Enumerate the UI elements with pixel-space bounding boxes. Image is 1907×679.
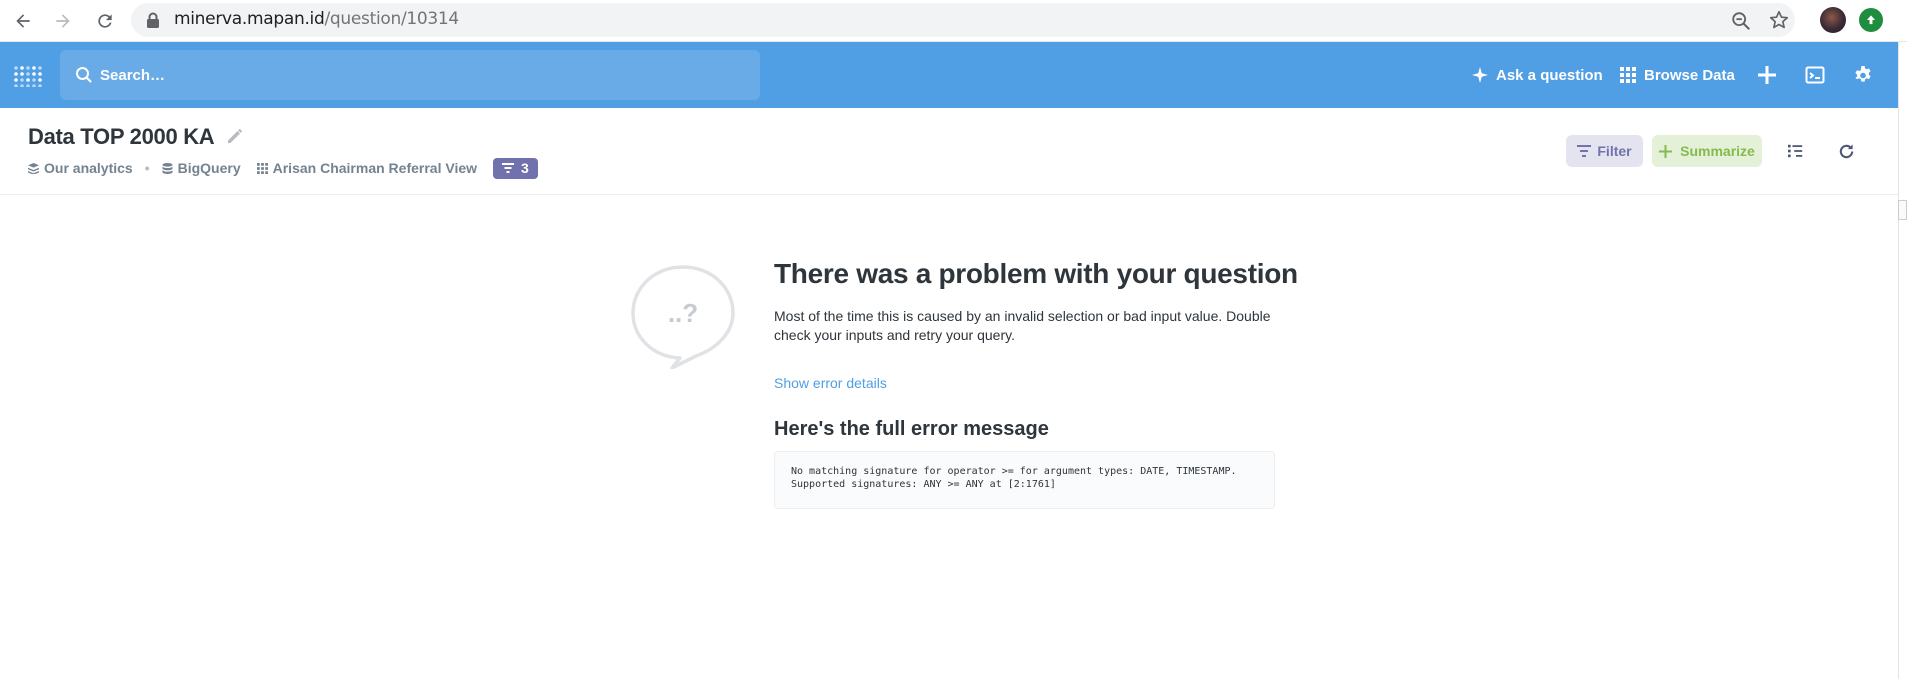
filter-count-badge[interactable]: 3 xyxy=(493,157,538,179)
list-icon xyxy=(1788,144,1803,158)
collection-icon xyxy=(28,162,39,174)
question-bubble-illustration: ..? xyxy=(631,265,735,369)
error-message-box: No matching signature for operator >= fo… xyxy=(774,451,1275,509)
collection-label: Our analytics xyxy=(44,160,133,176)
database-label: BigQuery xyxy=(177,160,241,176)
breadcrumb-database[interactable]: BigQuery xyxy=(162,160,241,176)
refresh-icon xyxy=(1839,143,1853,158)
url-text[interactable]: minerva.mapan.id/question/10314 xyxy=(174,9,459,29)
new-item-button[interactable] xyxy=(1753,61,1781,89)
error-message-heading: Here's the full error message xyxy=(774,418,1049,440)
search-input[interactable] xyxy=(100,64,740,86)
ask-question-label: Ask a question xyxy=(1496,66,1603,84)
notebook-toggle-button[interactable] xyxy=(1785,140,1807,162)
database-icon xyxy=(162,162,173,174)
bookmark-star-icon[interactable] xyxy=(1768,9,1790,31)
browse-data-label: Browse Data xyxy=(1644,66,1735,84)
table-label: Arisan Chairman Referral View xyxy=(272,160,478,176)
profile-avatar[interactable] xyxy=(1820,7,1846,33)
filter-button-label: Filter xyxy=(1597,143,1632,159)
gear-icon xyxy=(1855,66,1871,82)
search-bar[interactable] xyxy=(60,50,760,100)
scrollbar-thumb[interactable] xyxy=(1898,200,1907,220)
show-error-details-link[interactable]: Show error details xyxy=(774,375,887,391)
metabase-logo-icon[interactable] xyxy=(13,65,43,87)
page-title[interactable]: Data TOP 2000 KA xyxy=(28,124,215,150)
plus-icon xyxy=(1758,66,1776,84)
error-description: Most of the time this is caused by an in… xyxy=(774,308,1271,343)
url-path: /question/10314 xyxy=(324,9,459,29)
browse-data-button[interactable]: Browse Data xyxy=(1620,62,1735,88)
breadcrumb: Our analytics • BigQuery Arisan Chairman… xyxy=(28,157,538,179)
forward-icon[interactable] xyxy=(48,6,78,36)
ask-question-button[interactable]: Ask a question xyxy=(1472,62,1603,88)
back-icon[interactable] xyxy=(8,6,38,36)
page-scrollbar[interactable] xyxy=(1898,42,1907,679)
reload-icon[interactable] xyxy=(90,6,120,36)
sql-editor-button[interactable] xyxy=(1801,61,1829,89)
plus-icon xyxy=(1659,144,1673,158)
settings-button[interactable] xyxy=(1849,61,1877,89)
filter-button[interactable]: Filter xyxy=(1566,135,1643,167)
search-icon xyxy=(76,67,92,83)
question-header: Data TOP 2000 KA Our analytics • BigQuer… xyxy=(0,108,1898,195)
terminal-icon xyxy=(1805,66,1825,84)
refresh-button[interactable] xyxy=(1835,140,1857,162)
filter-count: 3 xyxy=(521,160,529,176)
breadcrumb-collection[interactable]: Our analytics xyxy=(28,160,133,176)
filter-icon xyxy=(1577,145,1592,157)
breadcrumb-table[interactable]: Arisan Chairman Referral View xyxy=(256,160,478,176)
breadcrumb-separator: • xyxy=(144,160,150,176)
browser-toolbar: minerva.mapan.id/question/10314 xyxy=(0,0,1907,42)
pencil-icon[interactable] xyxy=(226,127,244,145)
illustration-text: ..? xyxy=(668,298,698,328)
lock-icon xyxy=(147,12,159,28)
zoom-icon[interactable] xyxy=(1730,10,1752,32)
error-title: There was a problem with your question xyxy=(774,258,1298,289)
summarize-button-label: Summarize xyxy=(1680,143,1755,159)
grid-icon xyxy=(1620,67,1636,83)
update-icon[interactable] xyxy=(1859,8,1883,32)
app-navbar: Ask a question Browse Data xyxy=(0,42,1898,108)
url-domain: minerva.mapan.id xyxy=(174,9,325,29)
sparkle-icon xyxy=(1472,67,1488,83)
summarize-button[interactable]: Summarize xyxy=(1652,135,1762,167)
table-grid-icon xyxy=(256,162,268,174)
filter-icon xyxy=(502,163,515,173)
